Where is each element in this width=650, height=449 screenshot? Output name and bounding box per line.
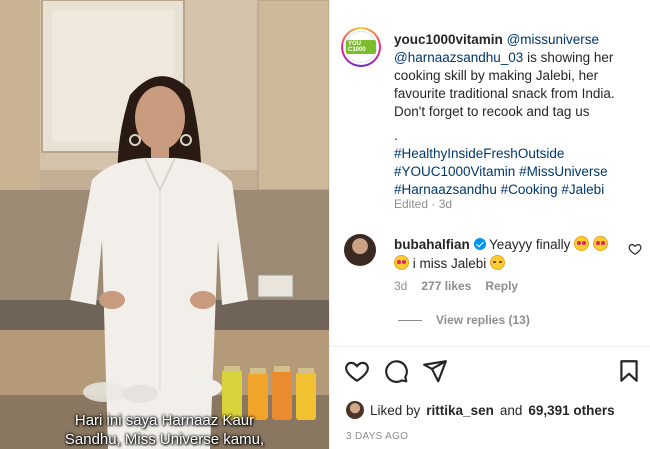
video-frame-illustration [0, 0, 329, 449]
comment-username[interactable]: bubahalfian [394, 237, 470, 252]
comment-meta: 3d 277 likes Reply [394, 279, 518, 293]
author-logo: YOU C1000 [345, 31, 377, 63]
hashtag-cooking[interactable]: #Cooking [501, 182, 558, 197]
comment-time: 3d [394, 279, 408, 293]
comment-text-part2: i miss Jalebi [412, 256, 487, 271]
post-timestamp[interactable]: 3 DAYS AGO [346, 431, 408, 442]
yum-emoji-icon [490, 255, 506, 270]
comment-likes[interactable]: 277 likes [421, 279, 471, 293]
liked-by-others[interactable]: 69,391 others [528, 403, 614, 418]
post-media-video[interactable]: Hari ini saya Harnaaz Kaur Sandhu, Miss … [0, 0, 329, 449]
heart-eyes-emoji-icon [574, 236, 590, 251]
actions-divider [330, 346, 650, 347]
caption-dot: . [394, 128, 398, 143]
author-logo-text: YOU C1000 [346, 40, 376, 54]
heart-small-icon[interactable] [628, 242, 642, 256]
replies-line [398, 319, 422, 321]
video-subtitle-line-1: Hari ini saya Harnaaz Kaur [74, 412, 255, 429]
author-avatar[interactable]: YOU C1000 [341, 27, 381, 67]
heart-eyes-emoji-icon [394, 255, 409, 270]
hashtag-harnaazsandhu[interactable]: #Harnaazsandhu [394, 182, 497, 197]
liked-by-and: and [499, 402, 523, 418]
post-edited-time: Edited · 3d [394, 197, 453, 211]
hashtag-missuniverse[interactable]: #MissUniverse [519, 164, 608, 179]
comment-icon[interactable] [383, 358, 409, 384]
hashtag-jalebi[interactable]: #Jalebi [561, 182, 604, 197]
video-subtitle-line-2: Sandhu, Miss Universe kamu, [64, 431, 265, 448]
comment-text-part1: Yeayyy finally [489, 237, 571, 252]
post-side-panel: YOU C1000 youc1000vitamin @missuniverse … [330, 0, 650, 449]
mention-harnaazsandhu[interactable]: @harnaazsandhu_03 [394, 50, 523, 65]
view-replies-button[interactable]: View replies (13) [398, 313, 530, 327]
reply-button[interactable]: Reply [485, 279, 518, 293]
heart-eyes-emoji-icon [592, 236, 608, 251]
hashtag-youc1000vitamin[interactable]: #YOUC1000Vitamin [394, 164, 515, 179]
post-author-username[interactable]: youc1000vitamin [394, 32, 503, 47]
post-actions-bar [330, 358, 650, 386]
post-caption: youc1000vitamin @missuniverse @harnaazsa… [394, 31, 644, 199]
bookmark-icon[interactable] [616, 358, 642, 384]
share-icon[interactable] [422, 358, 448, 384]
view-replies-label: View replies (13) [436, 313, 530, 327]
liked-by-user[interactable]: rittika_sen [426, 403, 494, 418]
comment-body: bubahalfian Yeayyy finally i miss Jalebi [394, 235, 626, 273]
liker-avatar[interactable] [346, 401, 364, 419]
comment-avatar[interactable] [344, 234, 376, 266]
mention-missuniverse[interactable]: @missuniverse [507, 32, 599, 47]
verified-badge-icon [473, 238, 486, 250]
liked-by-prefix: Liked by [370, 402, 421, 418]
heart-icon[interactable] [344, 358, 370, 384]
liked-by-summary: Liked by rittika_sen and 69,391 others [346, 401, 615, 419]
hashtag-healthyinsidefreshoutside[interactable]: #HealthyInsideFreshOutside [394, 146, 564, 161]
